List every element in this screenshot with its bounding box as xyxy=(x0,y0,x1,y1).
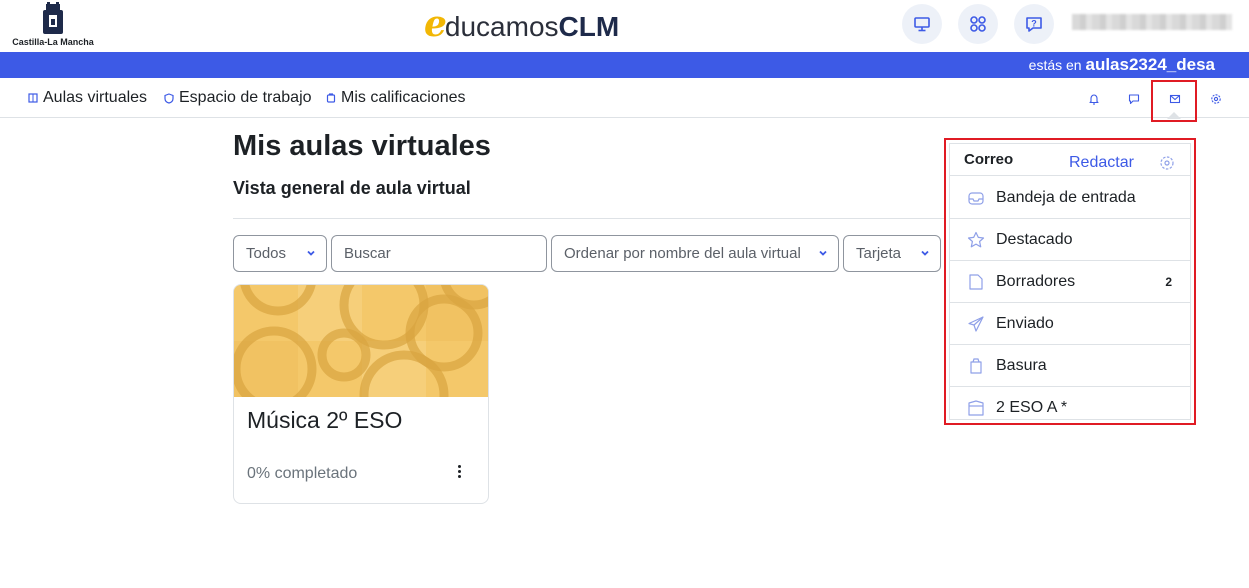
top-header: Castilla-La Mancha e ducamos CLM ? xyxy=(0,0,1249,52)
gear-icon xyxy=(1211,94,1221,104)
dropdown-caret xyxy=(1167,112,1181,119)
desktop-button[interactable] xyxy=(902,4,942,44)
kebab-dot xyxy=(457,474,461,478)
notifications-button[interactable] xyxy=(1080,86,1108,112)
grouping-select[interactable]: Todos xyxy=(233,235,327,272)
mail-folder-starred[interactable]: Destacado xyxy=(950,219,1190,261)
page-title: Mis aulas virtuales xyxy=(233,130,491,162)
course-pattern-image xyxy=(234,285,488,397)
svg-text:?: ? xyxy=(1031,19,1037,29)
course-actions-menu[interactable] xyxy=(452,461,466,481)
mail-dropdown-body: Correo Redactar Bandeja de entrada Desta… xyxy=(949,143,1191,420)
messages-button[interactable] xyxy=(1120,86,1148,112)
nav-mis-calificaciones[interactable]: Mis calificaciones xyxy=(326,89,465,107)
educamos-logo[interactable]: e ducamos CLM xyxy=(424,4,619,44)
mail-settings-gear-icon[interactable] xyxy=(1159,155,1175,171)
trash-icon xyxy=(970,358,982,374)
mail-folder-label: Destacado xyxy=(996,231,1073,248)
chevron-down-icon xyxy=(819,250,827,256)
mail-folder-course[interactable]: 2 ESO A * xyxy=(950,387,1190,429)
drafts-count-badge: 2 xyxy=(1165,275,1172,289)
mail-folder-trash[interactable]: Basura xyxy=(950,345,1190,387)
classroom-icon xyxy=(28,93,38,103)
section-title: Vista general de aula virtual xyxy=(233,178,471,198)
site-bar: estás en aulas2324_desa xyxy=(0,52,1249,78)
bell-icon xyxy=(1089,94,1099,105)
mail-folder-label: Borradores xyxy=(996,273,1076,290)
settings-button[interactable] xyxy=(1202,86,1230,112)
apps-grid-icon xyxy=(970,16,986,32)
region-logo[interactable]: Castilla-La Mancha xyxy=(8,2,98,50)
help-chat-icon: ? xyxy=(1026,17,1042,32)
draft-icon xyxy=(969,274,983,290)
kebab-dot xyxy=(457,464,461,468)
nav-aulas-virtuales[interactable]: Aulas virtuales xyxy=(28,89,147,107)
monitor-icon xyxy=(914,17,930,32)
nav-aulas-virtuales-label: Aulas virtuales xyxy=(43,89,148,106)
shield-icon xyxy=(164,92,174,104)
mail-folder-drafts[interactable]: Borradores 2 xyxy=(950,261,1190,303)
chevron-down-icon xyxy=(921,250,929,256)
sort-select-value: Ordenar por nombre del aula virtual xyxy=(564,245,801,262)
search-input-placeholder: Buscar xyxy=(344,245,391,262)
star-icon xyxy=(967,231,985,248)
primary-navigation: Aulas virtuales Espacio de trabajo Mis c… xyxy=(0,78,1249,118)
course-card-image[interactable] xyxy=(234,285,488,397)
user-name-blurred[interactable] xyxy=(1072,14,1232,30)
grades-icon xyxy=(326,93,336,103)
chevron-down-icon xyxy=(307,250,315,256)
compose-link[interactable]: Redactar xyxy=(1069,154,1134,172)
apps-button[interactable] xyxy=(958,4,998,44)
section-divider xyxy=(233,218,953,219)
mail-folder-label: Basura xyxy=(996,357,1047,374)
nav-mis-calificaciones-label: Mis calificaciones xyxy=(341,89,466,106)
mail-folder-label: Enviado xyxy=(996,315,1054,332)
mail-dropdown-header: Correo Redactar xyxy=(950,144,1190,176)
brand-e: e xyxy=(424,3,447,45)
view-select-value: Tarjeta xyxy=(856,245,902,262)
search-input[interactable]: Buscar xyxy=(331,235,547,272)
chat-bubble-icon xyxy=(1128,94,1140,105)
brand-ducamos: ducamos xyxy=(444,11,559,42)
help-button[interactable]: ? xyxy=(1014,4,1054,44)
nav-espacio-trabajo-label: Espacio de trabajo xyxy=(179,89,312,106)
view-select[interactable]: Tarjeta xyxy=(843,235,941,272)
kebab-dot xyxy=(457,469,461,473)
site-bar-prefix: estás en xyxy=(1028,57,1086,73)
course-title[interactable]: Música 2º ESO xyxy=(247,407,402,434)
grouping-select-value: Todos xyxy=(246,245,287,262)
course-icon xyxy=(968,400,984,416)
mail-dropdown: Correo Redactar Bandeja de entrada Desta… xyxy=(944,138,1196,425)
inbox-icon xyxy=(968,192,984,205)
mail-folder-sent[interactable]: Enviado xyxy=(950,303,1190,345)
course-card[interactable]: Música 2º ESO 0% completado xyxy=(233,284,489,504)
coat-of-arms-icon xyxy=(43,2,63,34)
mail-title: Correo xyxy=(964,151,1014,168)
site-name: aulas2324_desa xyxy=(1085,55,1216,74)
course-progress: 0% completado xyxy=(247,465,358,482)
region-caption: Castilla-La Mancha xyxy=(12,37,94,47)
brand-clm: CLM xyxy=(558,11,620,42)
nav-espacio-trabajo[interactable]: Espacio de trabajo xyxy=(164,89,312,107)
sent-icon xyxy=(968,316,984,332)
mail-folder-inbox[interactable]: Bandeja de entrada xyxy=(950,177,1190,219)
sort-select[interactable]: Ordenar por nombre del aula virtual xyxy=(551,235,839,272)
mail-folder-label: 2 ESO A * xyxy=(996,399,1068,416)
mail-folder-label: Bandeja de entrada xyxy=(996,189,1136,206)
